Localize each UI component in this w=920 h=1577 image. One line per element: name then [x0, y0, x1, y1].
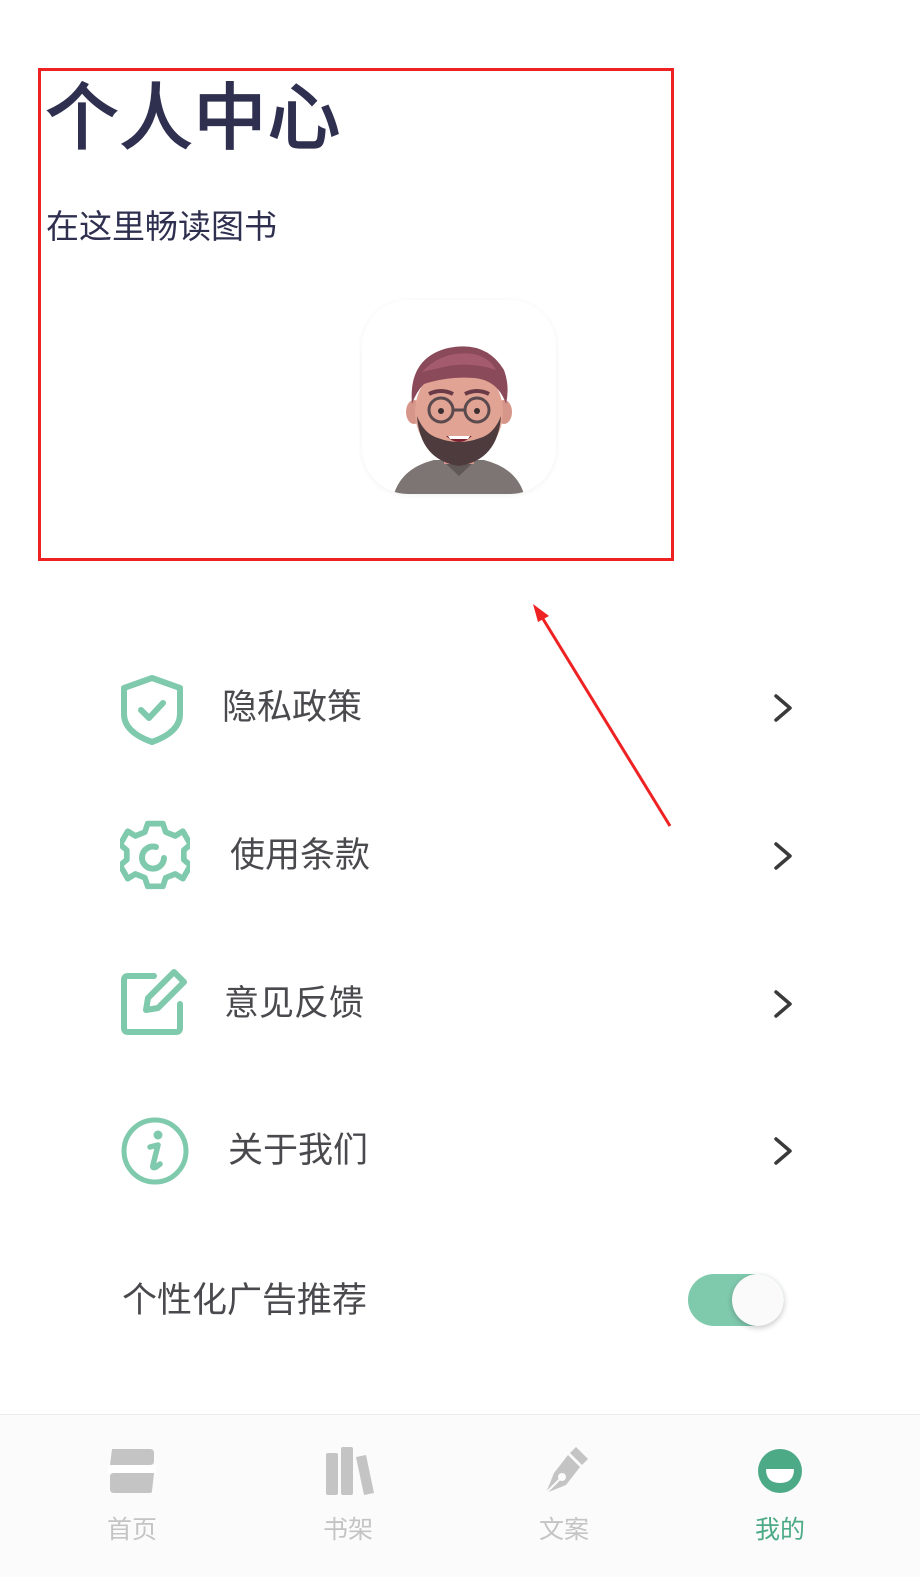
bookshelf-icon	[326, 1447, 374, 1495]
tab-label-copywriting: 文案	[538, 1515, 589, 1544]
bottom-tab-bar: 首页 书架 文案 我的	[0, 1414, 920, 1577]
tab-label-bookshelf: 书架	[322, 1515, 373, 1544]
chevron-right-icon	[774, 1137, 792, 1165]
tab-label-mine: 我的	[754, 1515, 805, 1544]
menu-item-about-us[interactable]: 关于我们	[120, 1111, 800, 1191]
menu-item-feedback[interactable]: 意见反馈	[120, 964, 800, 1044]
chevron-right-icon	[774, 990, 792, 1018]
personalized-ads-label: 个性化广告推荐	[122, 1281, 368, 1321]
menu-label-about-us: 关于我们	[228, 1131, 369, 1171]
profile-icon	[758, 1449, 802, 1493]
annotation-arrow	[533, 604, 672, 827]
tab-label-home: 首页	[106, 1515, 157, 1544]
personalized-ads-toggle[interactable]	[688, 1274, 784, 1326]
tab-mine[interactable]: 我的	[700, 1415, 860, 1577]
info-icon	[121, 1117, 189, 1185]
edit-icon	[121, 969, 187, 1035]
home-icon	[108, 1449, 156, 1493]
tab-copywriting[interactable]: 文案	[484, 1415, 644, 1577]
pen-icon	[545, 1447, 588, 1494]
tab-bookshelf[interactable]: 书架	[268, 1415, 428, 1577]
tab-home[interactable]: 首页	[52, 1415, 212, 1577]
menu-label-feedback: 意见反馈	[224, 984, 365, 1024]
toggle-knob	[732, 1274, 784, 1326]
